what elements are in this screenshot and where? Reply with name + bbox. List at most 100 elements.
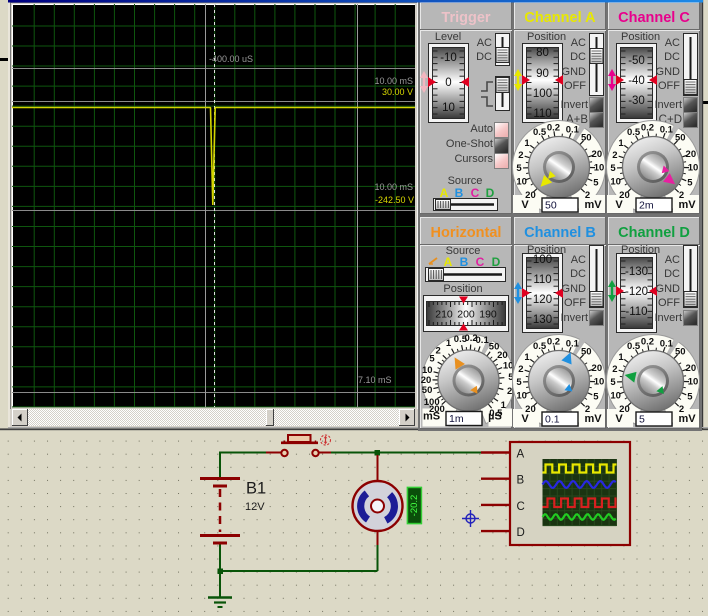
svg-text:-20.2: -20.2	[409, 495, 420, 517]
svg-text:C: C	[476, 255, 485, 269]
svg-text:12V: 12V	[245, 501, 265, 513]
svg-text:mV: mV	[584, 199, 602, 211]
svg-text:20: 20	[497, 350, 508, 361]
svg-text:120: 120	[533, 294, 552, 306]
svg-text:V: V	[521, 199, 529, 211]
svg-text:-30: -30	[628, 95, 645, 107]
svg-text:5: 5	[639, 414, 645, 426]
svg-text:Invert: Invert	[654, 312, 682, 324]
svg-text:5: 5	[516, 163, 522, 174]
svg-text:2m: 2m	[639, 200, 654, 212]
svg-text:GND: GND	[656, 66, 681, 78]
svg-text:0.2: 0.2	[547, 336, 560, 347]
svg-text:GND: GND	[656, 283, 681, 295]
svg-text:10: 10	[516, 176, 527, 187]
svg-text:V: V	[615, 199, 623, 211]
svg-text:50: 50	[545, 200, 557, 212]
svg-text:2: 2	[612, 364, 617, 375]
svg-text:5: 5	[593, 391, 599, 402]
svg-text:AC: AC	[665, 37, 680, 49]
svg-text:5: 5	[610, 163, 616, 174]
svg-text:0.2: 0.2	[641, 336, 654, 347]
svg-text:110: 110	[533, 274, 551, 286]
svg-text:mV: mV	[678, 199, 696, 211]
svg-text:Horizontal: Horizontal	[431, 225, 502, 241]
svg-text:-10: -10	[440, 52, 457, 64]
svg-text:50: 50	[422, 385, 433, 396]
svg-text:-400.00 uS: -400.00 uS	[209, 54, 253, 64]
svg-text:10: 10	[688, 377, 699, 388]
svg-text:A: A	[440, 186, 449, 200]
svg-text:C: C	[517, 501, 525, 513]
svg-text:B: B	[455, 186, 464, 200]
svg-text:5: 5	[687, 177, 693, 188]
svg-text:A: A	[517, 449, 525, 461]
svg-text:10: 10	[422, 365, 433, 376]
svg-text:1: 1	[446, 338, 452, 349]
svg-text:A: A	[444, 255, 453, 269]
svg-text:130: 130	[533, 314, 552, 326]
svg-text:Auto: Auto	[470, 123, 493, 135]
svg-text:0.5: 0.5	[533, 341, 547, 352]
svg-text:One-Shot: One-Shot	[446, 138, 493, 150]
svg-text:0.1: 0.1	[545, 414, 560, 426]
svg-text:V: V	[615, 413, 623, 425]
svg-text:10: 10	[688, 163, 699, 174]
svg-text:-40: -40	[628, 75, 645, 87]
svg-text:AC: AC	[665, 254, 680, 266]
svg-text:D: D	[486, 186, 495, 200]
svg-text:1: 1	[618, 138, 624, 149]
svg-text:210: 210	[435, 309, 453, 321]
svg-text:20: 20	[592, 363, 603, 374]
svg-text:Channel D: Channel D	[618, 225, 690, 241]
svg-text:10: 10	[442, 102, 455, 114]
svg-text:mS: mS	[423, 411, 440, 423]
svg-text:0.1: 0.1	[566, 124, 580, 135]
svg-text:100: 100	[424, 397, 440, 408]
svg-text:D: D	[517, 527, 525, 539]
svg-text:5: 5	[516, 377, 522, 388]
svg-text:Invert: Invert	[654, 99, 682, 111]
svg-text:OFF: OFF	[658, 297, 680, 309]
svg-text:0.1: 0.1	[660, 338, 674, 349]
svg-text:OFF: OFF	[564, 297, 586, 309]
svg-text:1m: 1m	[449, 413, 464, 425]
svg-text:AC: AC	[571, 37, 586, 49]
svg-text:Position: Position	[443, 283, 482, 295]
svg-text:1: 1	[524, 352, 530, 363]
svg-text:B1: B1	[246, 480, 266, 498]
svg-text:50: 50	[581, 347, 592, 358]
svg-text:mV: mV	[678, 413, 696, 425]
svg-text:20: 20	[686, 363, 697, 374]
svg-text:2: 2	[507, 386, 512, 397]
svg-text:0.2: 0.2	[641, 122, 654, 133]
svg-text:GND: GND	[562, 66, 587, 78]
svg-text:100: 100	[533, 88, 552, 100]
svg-text:110: 110	[533, 108, 551, 120]
svg-text:C: C	[471, 186, 480, 200]
svg-text:0: 0	[445, 77, 451, 89]
svg-text:Position: Position	[621, 31, 660, 43]
svg-text:10: 10	[610, 390, 621, 401]
svg-text:2: 2	[518, 150, 523, 161]
svg-text:20: 20	[421, 375, 432, 386]
svg-text:10: 10	[610, 176, 621, 187]
svg-text:2: 2	[518, 364, 523, 375]
svg-text:B: B	[517, 475, 525, 487]
svg-text:Cursors: Cursors	[454, 153, 493, 165]
svg-text:DC: DC	[664, 268, 680, 280]
svg-text:B: B	[460, 255, 469, 269]
svg-text:5: 5	[429, 354, 435, 365]
svg-text:Position: Position	[527, 31, 566, 43]
svg-text:-50: -50	[628, 55, 645, 67]
svg-text:DC: DC	[570, 51, 586, 63]
svg-text:100: 100	[533, 254, 552, 266]
svg-text:5: 5	[687, 391, 693, 402]
svg-text:10: 10	[594, 377, 605, 388]
svg-text:0.1: 0.1	[566, 338, 580, 349]
svg-text:10: 10	[516, 390, 527, 401]
svg-text:50: 50	[675, 133, 686, 144]
svg-text:Trigger: Trigger	[441, 10, 491, 26]
svg-text:µS: µS	[488, 411, 502, 423]
svg-text:-110: -110	[625, 306, 647, 318]
